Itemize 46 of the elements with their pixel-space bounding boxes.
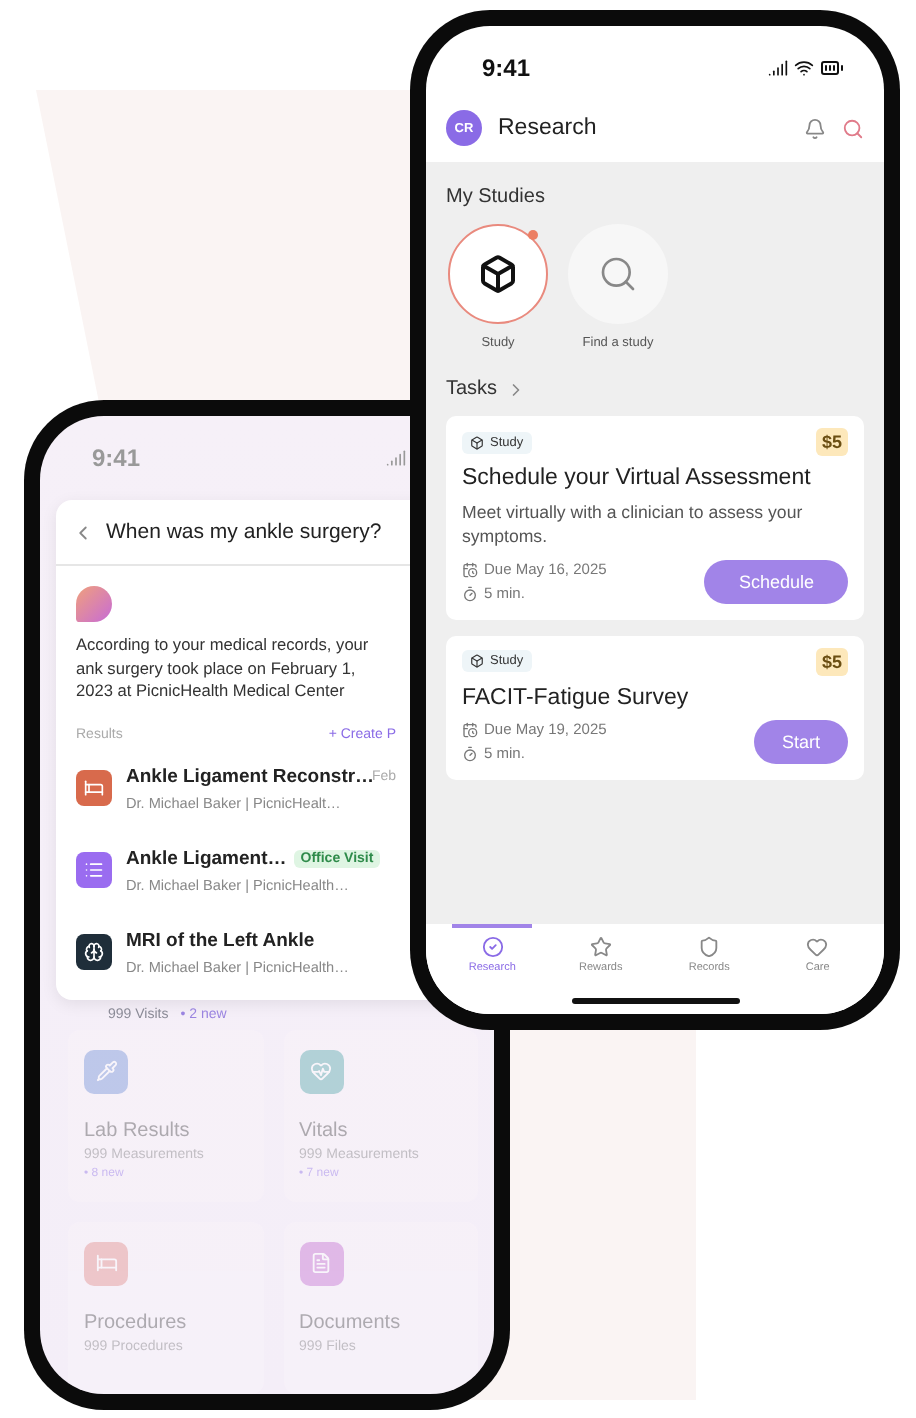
- result-title: Ankle Ligament Reconstr…: [126, 765, 375, 788]
- calendar-icon: [462, 561, 478, 578]
- heart-icon: [806, 936, 829, 958]
- check-circle-icon: [481, 936, 504, 958]
- status-time: 9:41: [482, 54, 531, 82]
- battery-icon: [820, 56, 844, 80]
- reward-badge: $5: [815, 647, 848, 676]
- category-title: Documents: [299, 1311, 403, 1334]
- record-icon: [76, 934, 112, 971]
- reward-badge: $5: [815, 428, 848, 456]
- task-title: FACIT-Fatigue Survey: [462, 685, 691, 710]
- task-action-button[interactable]: Schedule: [704, 559, 848, 604]
- timer-icon: [462, 745, 478, 762]
- record-icon: [76, 770, 112, 807]
- cube-icon: [470, 435, 484, 449]
- category-icon: [299, 1049, 343, 1094]
- search-icon[interactable]: [842, 117, 864, 139]
- category-icon: [84, 1049, 128, 1094]
- cube-icon: [470, 654, 484, 669]
- result-title: MRI of the Left Ankle: [126, 929, 315, 952]
- timer-icon: [462, 585, 478, 602]
- answer-text: According to your medical records, your ank surgery took place on February 1, 2023 at PicnicHealth Medical Center: [76, 634, 371, 704]
- task-title: Schedule your Virtual Assessment: [462, 466, 813, 490]
- tasks-link[interactable]: Tasks: [446, 378, 864, 400]
- search-icon: [598, 254, 638, 294]
- shield-icon: [698, 936, 721, 958]
- cube-icon: [478, 254, 518, 294]
- section-title: My Studies: [446, 186, 547, 208]
- signal-icon: [386, 448, 406, 468]
- category-icon: [299, 1241, 343, 1286]
- signal-icon: [768, 58, 788, 78]
- task-action-button[interactable]: Start: [753, 719, 848, 764]
- result-title: Ankle Ligament…: [126, 847, 287, 870]
- category-title: Procedures: [84, 1311, 189, 1334]
- calendar-icon: [462, 721, 478, 738]
- category-title: Lab Results: [84, 1119, 192, 1142]
- task-description: Meet virtually with a clinician to assess your symptoms.: [462, 500, 805, 550]
- notification-icon[interactable]: [804, 117, 826, 139]
- star-icon: [589, 936, 612, 958]
- record-icon: [76, 852, 112, 889]
- category-icon: [84, 1241, 128, 1286]
- wifi-icon: [794, 58, 814, 78]
- status-time: 9:41: [92, 444, 141, 472]
- question-text: When was my ankle surgery?: [106, 520, 382, 544]
- category-title: Vitals: [299, 1119, 350, 1142]
- page-title: Research: [498, 116, 599, 140]
